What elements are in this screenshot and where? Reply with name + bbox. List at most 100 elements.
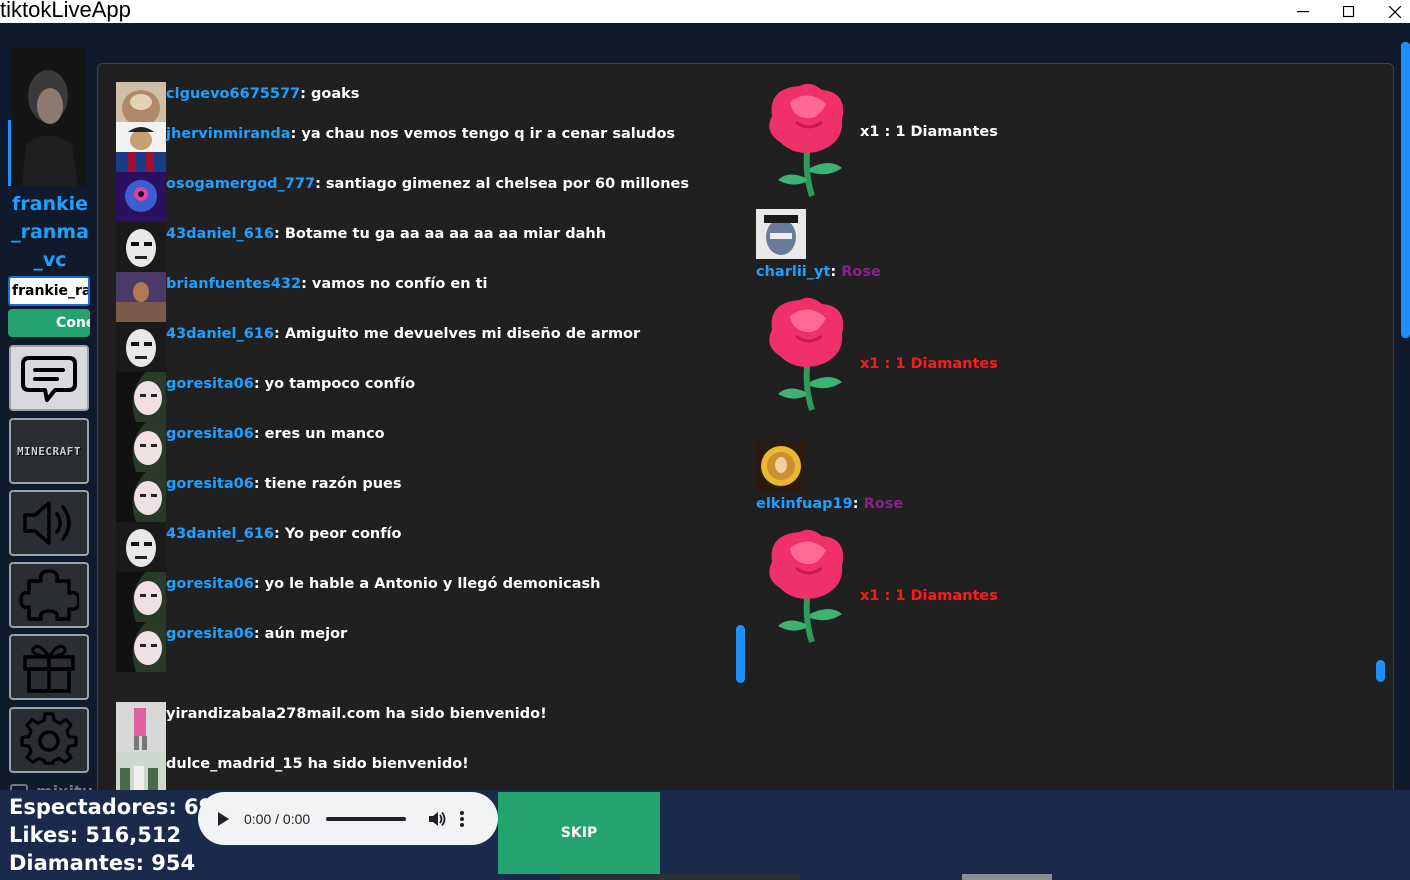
chat-text: : Yo peor confío — [273, 526, 402, 542]
volume-icon[interactable] — [428, 811, 446, 827]
gift-amount: x1 : 1 Diamantes — [860, 124, 998, 140]
rose-gift-icon — [769, 529, 844, 643]
chat-text: : yo tampoco confío — [253, 376, 416, 392]
chat-username[interactable]: goresita06 — [166, 576, 254, 592]
avatar — [116, 572, 166, 622]
connect-button[interactable]: Conectar — [8, 309, 90, 337]
chat-message: goresita06: tiene razón pues — [116, 472, 402, 522]
chat-bubble-icon — [21, 356, 77, 402]
plugins-button[interactable] — [9, 562, 89, 628]
chat-message: 43daniel_616: Amiguito me devuelves mi d… — [116, 322, 640, 372]
chat-username[interactable]: 43daniel_616 — [166, 526, 274, 542]
avatar — [116, 472, 166, 522]
avatar — [756, 209, 806, 259]
chat-message: goresita06: aún mejor — [116, 622, 347, 672]
gift-scrollbar[interactable] — [1376, 660, 1385, 682]
gift-sender: charlii_yt: Rose — [756, 264, 881, 280]
maximize-icon — [1343, 5, 1355, 17]
minimize-icon — [1297, 10, 1309, 12]
avatar — [116, 702, 166, 752]
chat-message: goresita06: yo tampoco confío — [116, 372, 415, 422]
avatar — [116, 422, 166, 472]
taskbar-peek — [560, 874, 800, 880]
chat-text: : ya chau nos vemos tengo q ir a cenar s… — [290, 126, 676, 142]
title-bar: tiktokLiveApp — [0, 0, 1410, 23]
avatar — [116, 122, 166, 172]
avatar — [116, 522, 166, 572]
maximize-button[interactable] — [1326, 0, 1372, 23]
gift-icon — [23, 644, 75, 693]
audio-player: 0:00 / 0:00 — [198, 792, 498, 845]
chat-username[interactable]: clguevo6675577 — [166, 86, 300, 102]
gifter-username[interactable]: charlii_yt — [756, 264, 830, 280]
chat-text: : Amiguito me devuelves mi diseño de arm… — [273, 326, 641, 342]
avatar — [116, 322, 166, 372]
settings-button[interactable] — [9, 707, 89, 773]
close-icon — [1389, 5, 1401, 18]
rose-gift-icon — [769, 297, 844, 411]
chat-username[interactable]: goresita06 — [166, 376, 254, 392]
welcome-text: dulce_madrid_15 ha sido bienvenido! — [166, 756, 469, 772]
speaker-icon — [23, 501, 71, 545]
chat-username[interactable]: goresita06 — [166, 426, 254, 442]
window-title: tiktokLiveApp — [0, 0, 131, 22]
chat-text: : tiene razón pues — [253, 476, 402, 492]
chat-username[interactable]: 43daniel_616 — [166, 226, 274, 242]
skip-button[interactable]: SKIP — [498, 792, 660, 874]
username-line: _vc — [33, 249, 67, 271]
chat-button[interactable] — [9, 345, 89, 411]
seek-bar[interactable] — [326, 816, 406, 821]
username-input[interactable]: frankie_ranma_vc — [8, 276, 90, 306]
gift-name: Rose — [841, 264, 881, 280]
likes-count: Likes: 516,512 — [9, 823, 182, 847]
window-scrollbar[interactable] — [1401, 42, 1410, 338]
streamer-avatar — [12, 48, 86, 186]
chat-message: goresita06: yo le hable a Antonio y lleg… — [116, 572, 600, 622]
chat-username[interactable]: brianfuentes432 — [166, 276, 301, 292]
username-line: _ranma — [11, 221, 89, 243]
gear-icon — [20, 712, 78, 765]
gift-amount: x1 : 1 Diamantes — [860, 356, 998, 372]
chat-text: : Botame tu ga aa aa aa aa aa miar dahh — [273, 226, 607, 242]
chat-text: : santiago gimenez al chelsea por 60 mil… — [315, 176, 690, 192]
avatar — [116, 622, 166, 672]
more-options-icon[interactable] — [460, 810, 464, 827]
taskbar-peek — [962, 874, 1052, 880]
avatar-accent — [8, 120, 11, 186]
minimize-button[interactable] — [1280, 0, 1326, 23]
gift-sender: elkinfuap19: Rose — [756, 496, 904, 512]
chat-username[interactable]: 43daniel_616 — [166, 326, 274, 342]
chat-username[interactable]: jhervinmiranda — [166, 126, 291, 142]
play-icon[interactable] — [218, 811, 229, 826]
chat-message: brianfuentes432: vamos no confío en ti — [116, 272, 488, 322]
minecraft-button[interactable]: MINECRAFT — [9, 418, 89, 484]
avatar — [116, 272, 166, 322]
minecraft-logo-icon: MINECRAFT — [16, 444, 82, 458]
welcome-text: yirandizabala278mail.com ha sido bienven… — [166, 706, 547, 722]
chat-message: jhervinmiranda: ya chau nos vemos tengo … — [116, 122, 675, 172]
chat-username[interactable]: goresita06 — [166, 626, 254, 642]
chat-username[interactable]: goresita06 — [166, 476, 254, 492]
diamonds-count: Diamantes: 954 — [9, 851, 196, 875]
gift-amount: x1 : 1 Diamantes — [860, 588, 998, 604]
gift-name: Rose — [863, 496, 904, 512]
chat-username[interactable]: osogamergod_777 — [166, 176, 315, 192]
welcome-message: yirandizabala278mail.com ha sido bienven… — [116, 702, 547, 752]
streamer-username: frankie _ranma _vc — [8, 190, 92, 274]
main-panel: clguevo6675577: goaks jhervinmiranda: ya… — [97, 63, 1394, 813]
close-button[interactable] — [1372, 0, 1410, 23]
gifts-button[interactable] — [9, 634, 89, 700]
connect-label: Conectar — [56, 315, 90, 331]
chat-text: : goaks — [300, 86, 360, 102]
stats-panel: Espectadores: 69 Likes: 516,512 Diamante… — [9, 793, 213, 877]
chat-message: 43daniel_616: Botame tu ga aa aa aa aa a… — [116, 222, 606, 272]
puzzle-icon — [19, 569, 79, 621]
chat-text: : vamos no confío en ti — [301, 276, 488, 292]
avatar — [756, 441, 806, 491]
chat-text: : eres un manco — [253, 426, 385, 442]
gifter-username[interactable]: elkinfuap19 — [756, 496, 853, 512]
rose-gift-icon — [769, 83, 844, 197]
chat-scrollbar[interactable] — [736, 625, 745, 683]
chat-message: 43daniel_616: Yo peor confío — [116, 522, 402, 572]
sound-button[interactable] — [9, 490, 89, 556]
